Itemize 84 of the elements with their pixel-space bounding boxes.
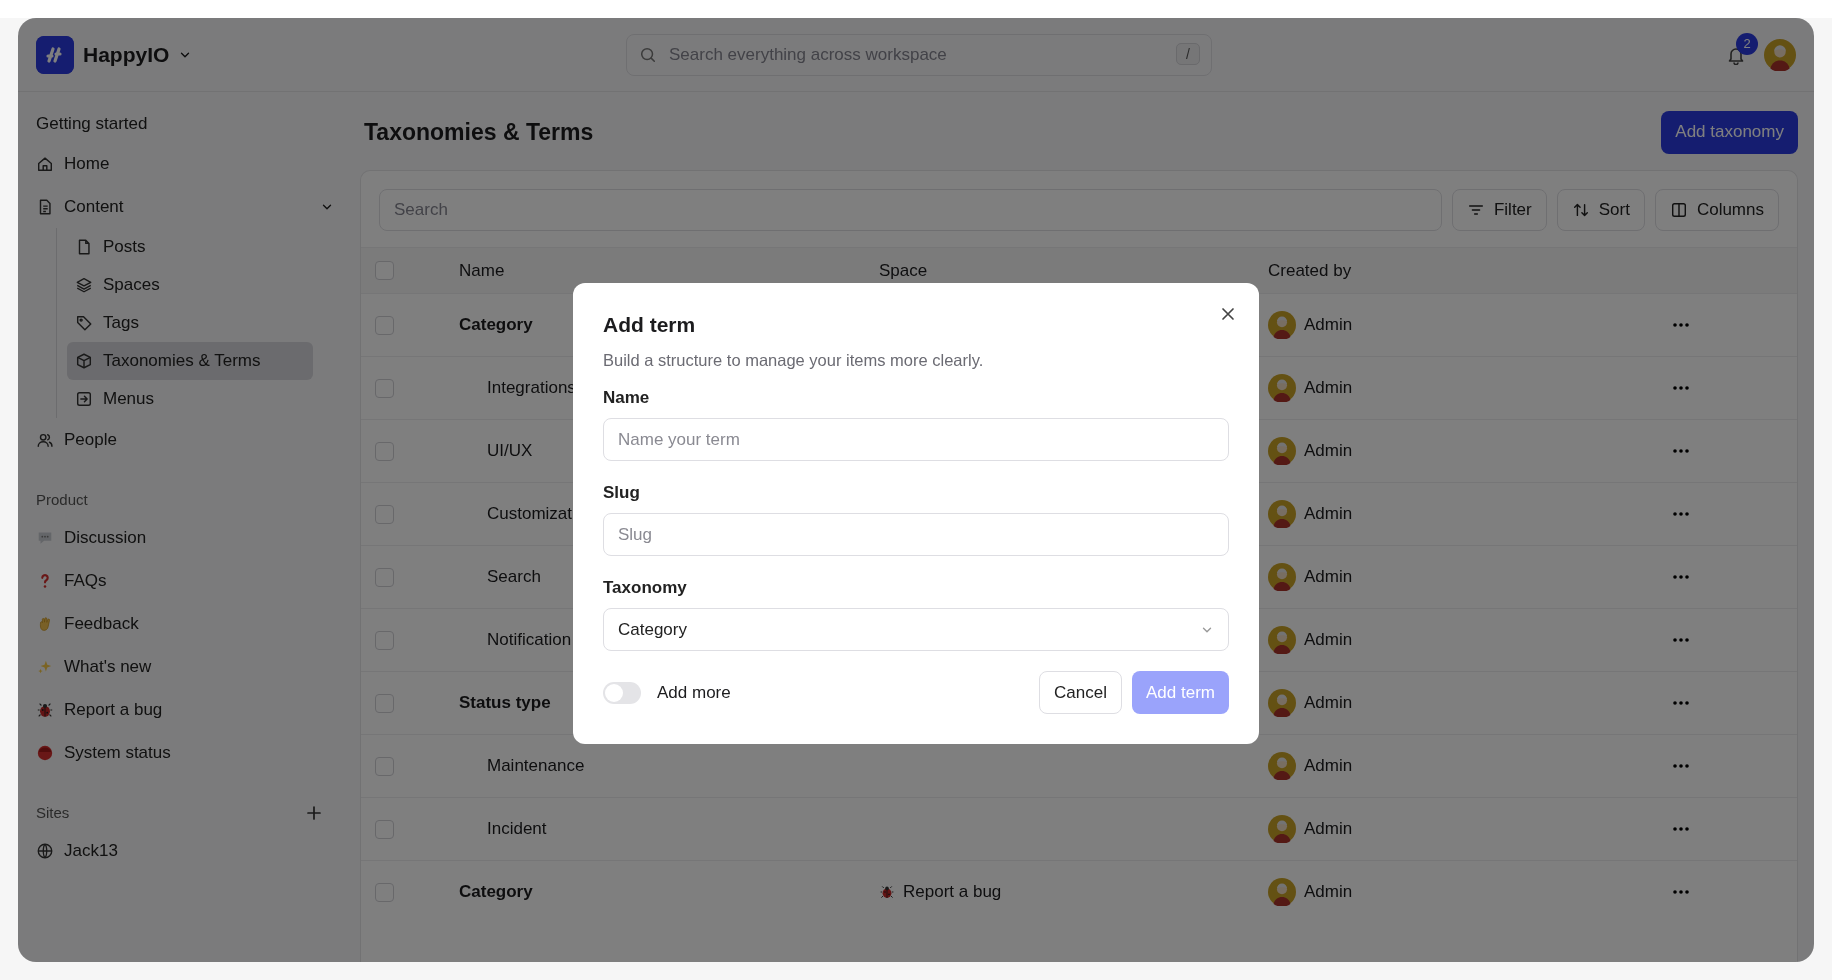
tag-icon bbox=[75, 314, 93, 332]
nav-item[interactable]: Taxonomies & Terms bbox=[67, 342, 313, 380]
nav-item[interactable]: Spaces bbox=[67, 266, 313, 304]
nav-item[interactable]: FAQs bbox=[36, 559, 342, 602]
avatar bbox=[1268, 878, 1296, 906]
nav-item[interactable]: What's new bbox=[36, 645, 342, 688]
nav-item[interactable]: Discussion bbox=[36, 516, 342, 559]
space-name: Report a bug bbox=[903, 882, 1002, 902]
nav-item[interactable]: System status bbox=[36, 731, 342, 774]
field-label: Taxonomy bbox=[603, 578, 688, 598]
avatar bbox=[1268, 311, 1296, 339]
field-label: Name bbox=[603, 388, 651, 408]
section-title: Sites bbox=[36, 804, 70, 821]
avatar bbox=[1268, 437, 1296, 465]
term-name: UI/UX bbox=[487, 441, 533, 460]
creator-name: Admin bbox=[1304, 504, 1353, 524]
logo-icon[interactable] bbox=[36, 35, 74, 74]
term-name: Notification bbox=[487, 630, 572, 649]
creator-name: Admin bbox=[1304, 378, 1353, 398]
section-title: Getting started bbox=[36, 114, 148, 134]
dialog-title: Add term bbox=[603, 313, 697, 337]
globe-icon bbox=[36, 841, 54, 860]
toolbar-button[interactable]: Sort bbox=[1556, 189, 1645, 231]
creator-name: Admin bbox=[1304, 882, 1353, 902]
nav-item[interactable]: Tags bbox=[67, 304, 313, 342]
nav-item[interactable]: Feedback bbox=[36, 602, 342, 645]
notification-badge: 2 bbox=[1736, 32, 1758, 55]
field-label: Slug bbox=[603, 483, 641, 503]
creator-name: Admin bbox=[1304, 441, 1353, 461]
term-name: Integrations bbox=[487, 378, 576, 397]
search-field[interactable]: Search bbox=[379, 189, 1442, 231]
creator-name: Admin bbox=[1304, 567, 1353, 587]
add-icon[interactable] bbox=[306, 804, 322, 821]
avatar bbox=[1268, 500, 1296, 528]
bug-icon bbox=[879, 884, 895, 900]
column-header[interactable]: Created by bbox=[1268, 260, 1352, 280]
nav-item[interactable]: Content bbox=[36, 185, 342, 228]
term-name: Status type bbox=[459, 693, 551, 712]
avatar bbox=[1268, 563, 1296, 591]
nav-item[interactable]: Menus bbox=[67, 380, 313, 418]
add-taxonomy-button[interactable]: Add taxonomy bbox=[1661, 110, 1798, 154]
select-field[interactable]: Category bbox=[603, 608, 1229, 651]
dialog-description: Build a structure to manage your items more clearly. bbox=[603, 351, 985, 370]
nav-item[interactable]: Report a bug bbox=[36, 688, 342, 731]
avatar bbox=[1268, 752, 1296, 780]
page-title: Taxonomies & Terms bbox=[364, 118, 594, 146]
avatar bbox=[1268, 815, 1296, 843]
columns-icon bbox=[1669, 201, 1688, 219]
creator-name: Admin bbox=[1304, 819, 1353, 839]
enter-icon bbox=[75, 390, 93, 408]
avatar bbox=[1268, 626, 1296, 654]
toolbar-button[interactable]: Filter bbox=[1451, 189, 1547, 231]
term-name: Maintenance bbox=[487, 756, 585, 775]
term-name: Category bbox=[459, 315, 533, 334]
creator-name: Admin bbox=[1304, 756, 1353, 776]
toolbar-button[interactable]: Columns bbox=[1654, 189, 1779, 231]
avatar bbox=[1764, 38, 1796, 71]
sort-icon bbox=[1571, 201, 1590, 219]
avatar bbox=[1268, 689, 1296, 717]
nav-item[interactable]: Jack13 bbox=[36, 829, 342, 872]
layers-icon bbox=[75, 276, 93, 294]
cancel-button[interactable]: Cancel bbox=[1039, 671, 1122, 714]
input-field[interactable]: Name your term bbox=[603, 418, 1229, 461]
cube-icon bbox=[75, 352, 93, 370]
creator-name: Admin bbox=[1304, 315, 1353, 335]
shortcut-key: / bbox=[1176, 42, 1200, 65]
term-name: Customizat bbox=[487, 504, 573, 523]
nav-item[interactable]: Home bbox=[36, 142, 342, 185]
term-name: Incident bbox=[487, 819, 547, 838]
creator-name: Admin bbox=[1304, 630, 1353, 650]
creator-name: Admin bbox=[1304, 693, 1353, 713]
input-field[interactable]: Slug bbox=[603, 513, 1229, 556]
column-header[interactable]: Name bbox=[459, 260, 505, 280]
toggle-switch[interactable] bbox=[603, 681, 641, 704]
status-icon bbox=[36, 743, 54, 762]
toggle-label: Add more bbox=[657, 682, 732, 703]
term-name: Category bbox=[459, 882, 533, 901]
nav-item[interactable]: People bbox=[36, 418, 342, 461]
term-name: Search bbox=[487, 567, 541, 586]
avatar bbox=[1268, 374, 1296, 402]
column-header[interactable]: Space bbox=[879, 260, 928, 280]
section-title: Product bbox=[36, 491, 88, 508]
workspace-name[interactable]: HappyIO bbox=[83, 42, 170, 67]
nav-item[interactable]: Posts bbox=[67, 228, 313, 266]
